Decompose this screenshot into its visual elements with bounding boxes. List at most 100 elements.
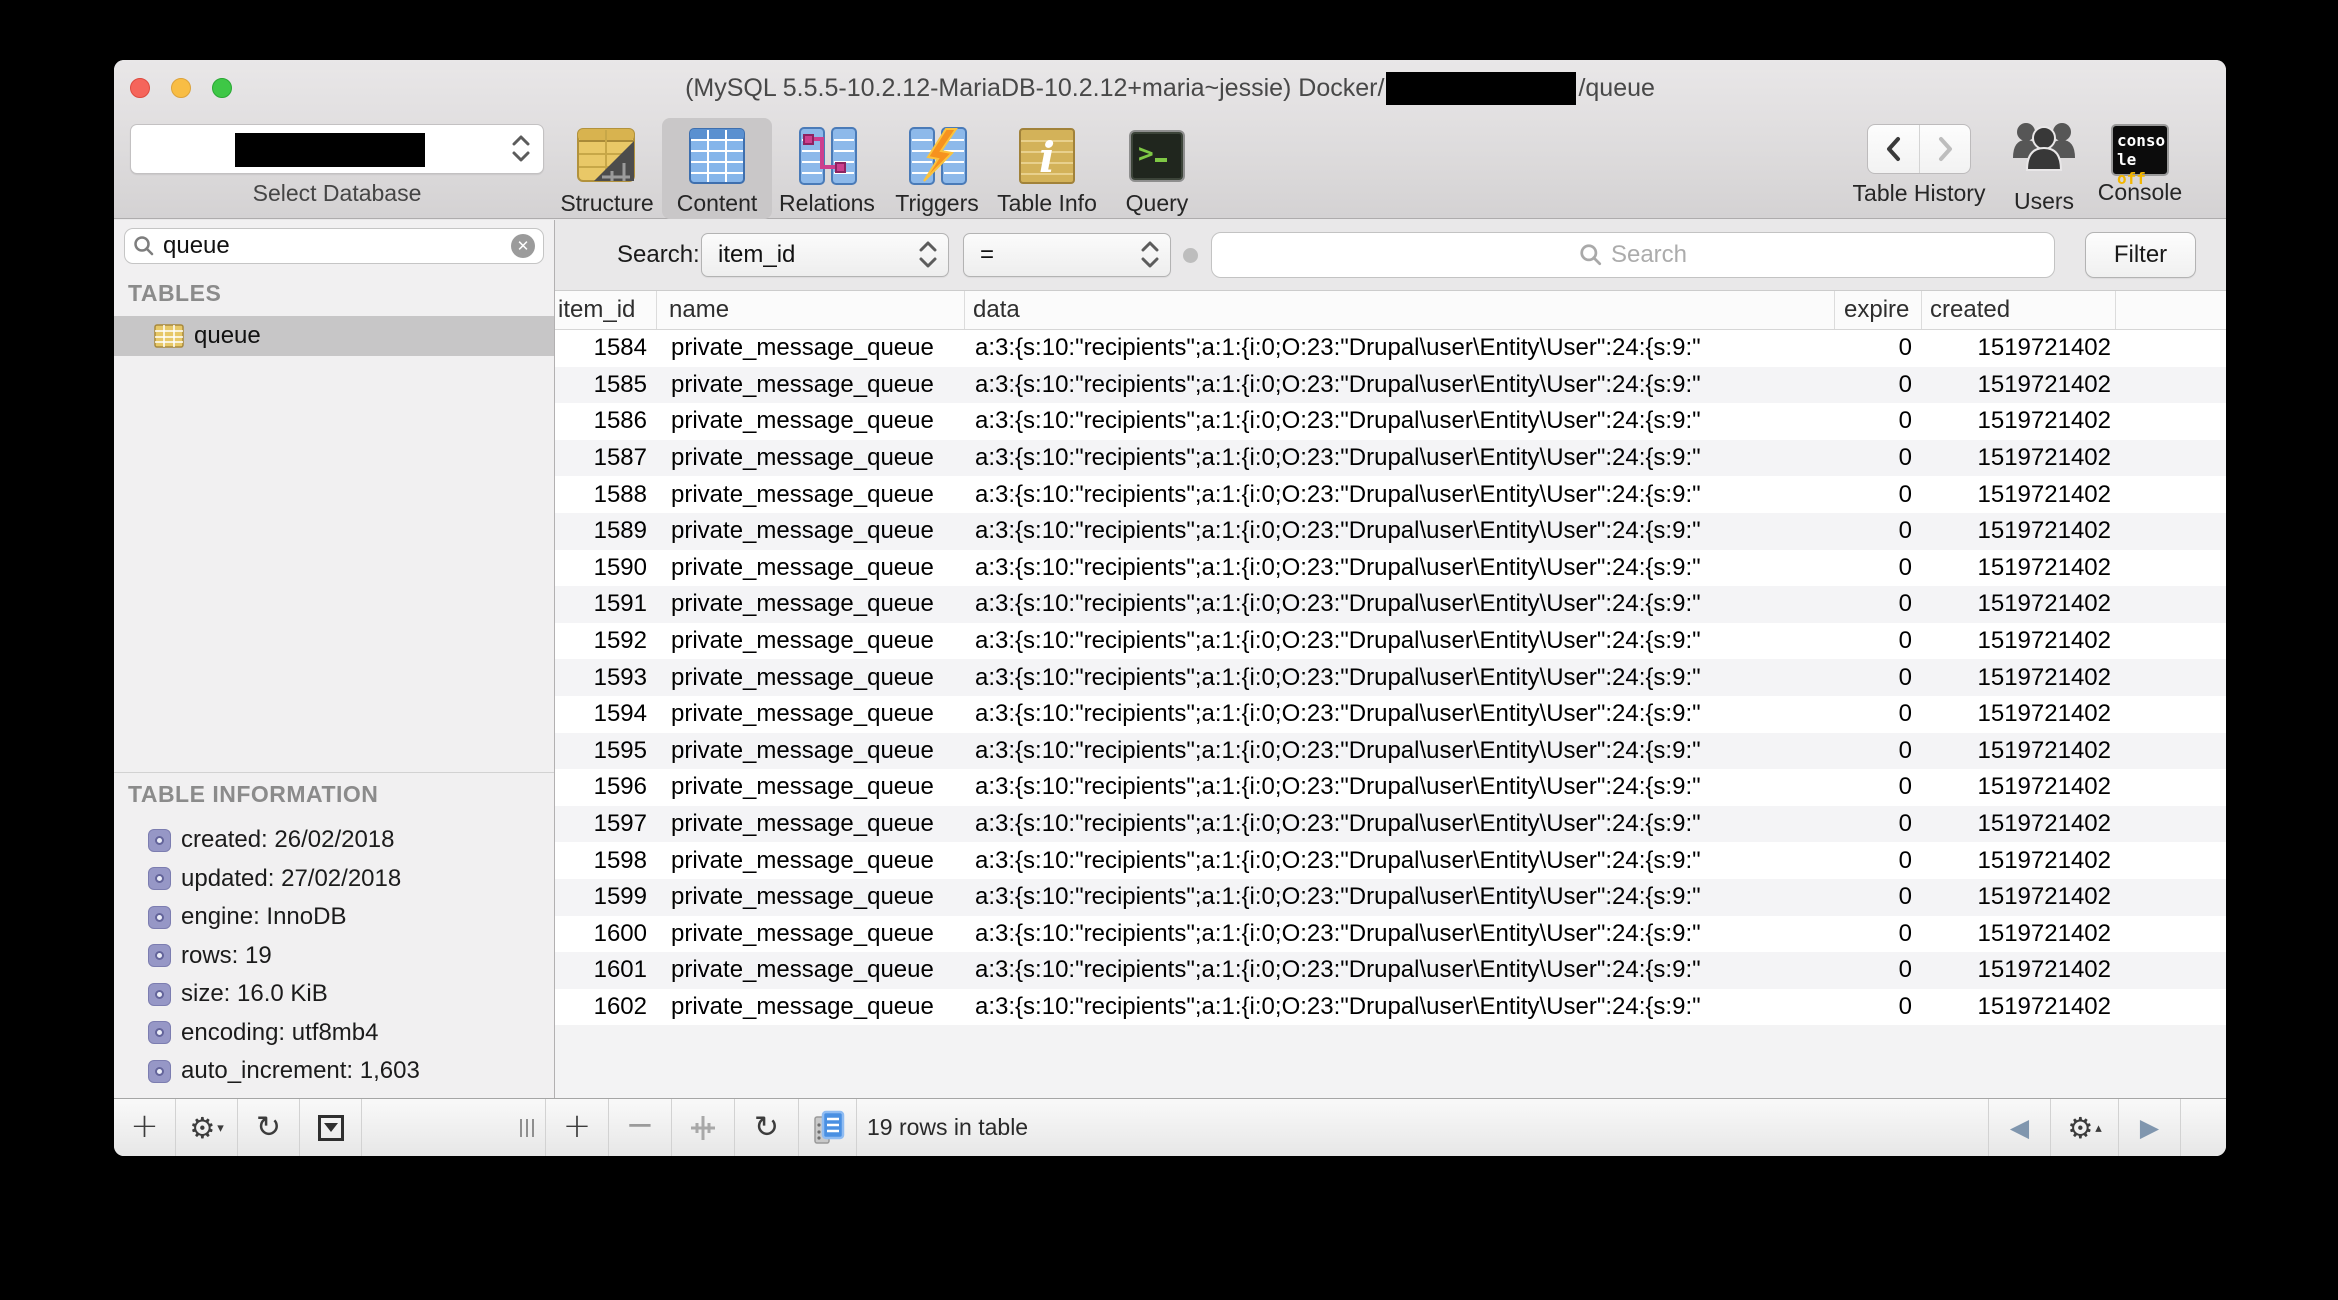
- add-row-button[interactable]: +: [546, 1099, 609, 1156]
- cell-expire[interactable]: 0: [1835, 407, 1922, 435]
- cell-data[interactable]: a:3:{s:10:"recipients";a:1:{i:0;O:23:"Dr…: [965, 993, 1835, 1021]
- cell-data[interactable]: a:3:{s:10:"recipients";a:1:{i:0;O:23:"Dr…: [965, 481, 1835, 509]
- reload-content-button[interactable]: ↻: [735, 1099, 799, 1156]
- cell-expire[interactable]: 0: [1835, 627, 1922, 655]
- cell-data[interactable]: a:3:{s:10:"recipients";a:1:{i:0;O:23:"Dr…: [965, 407, 1835, 435]
- console-button[interactable]: console off Console: [2090, 118, 2190, 206]
- select-database-popup[interactable]: [130, 124, 544, 174]
- edit-row-sheet-button[interactable]: [799, 1099, 857, 1156]
- cell-item-id[interactable]: 1597: [555, 810, 657, 838]
- column-header-item-id[interactable]: item_id: [555, 291, 657, 329]
- cell-expire[interactable]: 0: [1835, 590, 1922, 618]
- cell-expire[interactable]: 0: [1835, 481, 1922, 509]
- cell-data[interactable]: a:3:{s:10:"recipients";a:1:{i:0;O:23:"Dr…: [965, 920, 1835, 948]
- cell-item-id[interactable]: 1587: [555, 444, 657, 472]
- cell-created[interactable]: 1519721402: [1922, 700, 2116, 728]
- cell-expire[interactable]: 0: [1835, 700, 1922, 728]
- cell-name[interactable]: private_message_queue: [657, 956, 965, 984]
- cell-data[interactable]: a:3:{s:10:"recipients";a:1:{i:0;O:23:"Dr…: [965, 810, 1835, 838]
- cell-data[interactable]: a:3:{s:10:"recipients";a:1:{i:0;O:23:"Dr…: [965, 773, 1835, 801]
- duplicate-row-button[interactable]: [672, 1099, 735, 1156]
- add-table-button[interactable]: +: [114, 1099, 176, 1156]
- cell-expire[interactable]: 0: [1835, 956, 1922, 984]
- cell-data[interactable]: a:3:{s:10:"recipients";a:1:{i:0;O:23:"Dr…: [965, 627, 1835, 655]
- tab-query[interactable]: > Query: [1102, 118, 1212, 219]
- cell-name[interactable]: private_message_queue: [657, 883, 965, 911]
- table-row[interactable]: 1584 private_message_queue a:3:{s:10:"re…: [555, 330, 2226, 367]
- cell-expire[interactable]: 0: [1835, 334, 1922, 362]
- cell-created[interactable]: 1519721402: [1922, 444, 2116, 472]
- tab-triggers[interactable]: Triggers: [882, 118, 992, 219]
- table-row[interactable]: 1590 private_message_queue a:3:{s:10:"re…: [555, 550, 2226, 587]
- cell-data[interactable]: a:3:{s:10:"recipients";a:1:{i:0;O:23:"Dr…: [965, 590, 1835, 618]
- cell-item-id[interactable]: 1602: [555, 993, 657, 1021]
- cell-item-id[interactable]: 1591: [555, 590, 657, 618]
- cell-created[interactable]: 1519721402: [1922, 810, 2116, 838]
- cell-created[interactable]: 1519721402: [1922, 517, 2116, 545]
- cell-created[interactable]: 1519721402: [1922, 334, 2116, 362]
- next-page-button[interactable]: ▶: [2118, 1099, 2180, 1156]
- cell-item-id[interactable]: 1598: [555, 847, 657, 875]
- cell-created[interactable]: 1519721402: [1922, 883, 2116, 911]
- cell-item-id[interactable]: 1584: [555, 334, 657, 362]
- cell-item-id[interactable]: 1595: [555, 737, 657, 765]
- table-row[interactable]: 1586 private_message_queue a:3:{s:10:"re…: [555, 403, 2226, 440]
- filter-button[interactable]: Filter: [2085, 232, 2196, 278]
- table-row[interactable]: 1599 private_message_queue a:3:{s:10:"re…: [555, 879, 2226, 916]
- cell-name[interactable]: private_message_queue: [657, 700, 965, 728]
- cell-name[interactable]: private_message_queue: [657, 664, 965, 692]
- cell-name[interactable]: private_message_queue: [657, 993, 965, 1021]
- cell-item-id[interactable]: 1589: [555, 517, 657, 545]
- cell-created[interactable]: 1519721402: [1922, 590, 2116, 618]
- cell-name[interactable]: private_message_queue: [657, 737, 965, 765]
- table-row[interactable]: 1587 private_message_queue a:3:{s:10:"re…: [555, 440, 2226, 477]
- cell-name[interactable]: private_message_queue: [657, 407, 965, 435]
- column-header-expire[interactable]: expire: [1835, 291, 1922, 329]
- cell-data[interactable]: a:3:{s:10:"recipients";a:1:{i:0;O:23:"Dr…: [965, 371, 1835, 399]
- users-button[interactable]: Users: [2000, 118, 2088, 215]
- table-filter-field[interactable]: ✕: [124, 228, 544, 264]
- sidebar-item-queue[interactable]: queue: [114, 316, 554, 356]
- table-row[interactable]: 1602 private_message_queue a:3:{s:10:"re…: [555, 989, 2226, 1026]
- table-filter-input[interactable]: [161, 231, 511, 261]
- clear-search-button[interactable]: ✕: [511, 234, 535, 258]
- cell-data[interactable]: a:3:{s:10:"recipients";a:1:{i:0;O:23:"Dr…: [965, 554, 1835, 582]
- cell-created[interactable]: 1519721402: [1922, 956, 2116, 984]
- tab-table-info[interactable]: i Table Info: [992, 118, 1102, 219]
- cell-expire[interactable]: 0: [1835, 371, 1922, 399]
- cell-expire[interactable]: 0: [1835, 664, 1922, 692]
- cell-item-id[interactable]: 1599: [555, 883, 657, 911]
- cell-expire[interactable]: 0: [1835, 554, 1922, 582]
- sidebar-resize-handle[interactable]: [508, 1099, 546, 1156]
- cell-expire[interactable]: 0: [1835, 810, 1922, 838]
- tab-structure[interactable]: Structure: [552, 118, 662, 219]
- cell-data[interactable]: a:3:{s:10:"recipients";a:1:{i:0;O:23:"Dr…: [965, 700, 1835, 728]
- cell-created[interactable]: 1519721402: [1922, 737, 2116, 765]
- cell-expire[interactable]: 0: [1835, 847, 1922, 875]
- cell-data[interactable]: a:3:{s:10:"recipients";a:1:{i:0;O:23:"Dr…: [965, 517, 1835, 545]
- cell-created[interactable]: 1519721402: [1922, 920, 2116, 948]
- cell-name[interactable]: private_message_queue: [657, 810, 965, 838]
- cell-created[interactable]: 1519721402: [1922, 407, 2116, 435]
- cell-expire[interactable]: 0: [1835, 993, 1922, 1021]
- cell-name[interactable]: private_message_queue: [657, 627, 965, 655]
- tab-relations[interactable]: Relations: [772, 118, 882, 219]
- cell-item-id[interactable]: 1586: [555, 407, 657, 435]
- cell-created[interactable]: 1519721402: [1922, 993, 2116, 1021]
- cell-item-id[interactable]: 1585: [555, 371, 657, 399]
- cell-data[interactable]: a:3:{s:10:"recipients";a:1:{i:0;O:23:"Dr…: [965, 956, 1835, 984]
- cell-name[interactable]: private_message_queue: [657, 444, 965, 472]
- cell-item-id[interactable]: 1592: [555, 627, 657, 655]
- content-search-field[interactable]: Search: [1211, 232, 2055, 278]
- remove-row-button[interactable]: −: [609, 1099, 672, 1156]
- cell-expire[interactable]: 0: [1835, 737, 1922, 765]
- table-row[interactable]: 1588 private_message_queue a:3:{s:10:"re…: [555, 476, 2226, 513]
- table-row[interactable]: 1598 private_message_queue a:3:{s:10:"re…: [555, 842, 2226, 879]
- cell-created[interactable]: 1519721402: [1922, 481, 2116, 509]
- cell-expire[interactable]: 0: [1835, 773, 1922, 801]
- cell-expire[interactable]: 0: [1835, 444, 1922, 472]
- table-row[interactable]: 1591 private_message_queue a:3:{s:10:"re…: [555, 586, 2226, 623]
- cell-item-id[interactable]: 1588: [555, 481, 657, 509]
- cell-expire[interactable]: 0: [1835, 920, 1922, 948]
- column-header-name[interactable]: name: [657, 291, 965, 329]
